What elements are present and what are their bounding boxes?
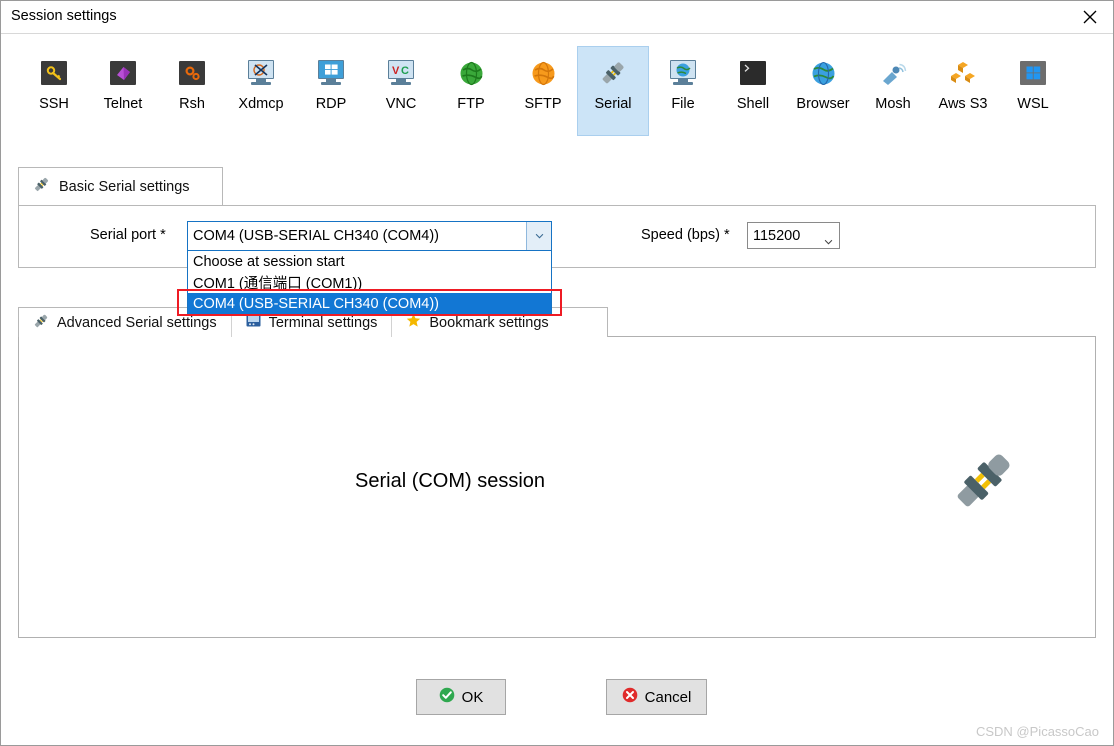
svg-text:C: C bbox=[401, 65, 409, 77]
session-settings-dialog: Session settings SSH Telnet Rsh Xdmcp RD… bbox=[0, 0, 1114, 746]
session-type-label: RDP bbox=[315, 96, 347, 112]
ok-button[interactable]: OK bbox=[416, 679, 506, 715]
session-type-ftp[interactable]: FTP bbox=[435, 46, 507, 131]
session-type-xdmcp[interactable]: Xdmcp bbox=[225, 46, 297, 131]
dropdown-option-selected[interactable]: COM4 (USB-SERIAL CH340 (COM4)) bbox=[188, 293, 551, 315]
dropdown-option[interactable]: Choose at session start bbox=[188, 251, 551, 272]
title-bar: Session settings bbox=[1, 1, 1113, 34]
session-type-label: SFTP bbox=[524, 96, 562, 112]
close-button[interactable] bbox=[1067, 1, 1113, 33]
file-monitor-icon bbox=[667, 57, 699, 89]
serial-port-combobox[interactable]: COM4 (USB-SERIAL CH340 (COM4)) bbox=[187, 221, 552, 251]
chevron-down-icon[interactable] bbox=[526, 222, 551, 250]
serial-port-value: COM4 (USB-SERIAL CH340 (COM4)) bbox=[193, 228, 440, 244]
session-type-serial[interactable]: Serial bbox=[577, 46, 649, 136]
session-type-label: Serial bbox=[594, 96, 632, 112]
session-type-label: Rsh bbox=[179, 96, 205, 112]
cancel-button-label: Cancel bbox=[644, 688, 692, 706]
x-circle-icon bbox=[622, 687, 638, 707]
cancel-button[interactable]: Cancel bbox=[606, 679, 707, 715]
session-content-panel: Serial (COM) session bbox=[18, 336, 1096, 638]
rsh-gears-icon bbox=[176, 57, 208, 89]
session-type-label: Mosh bbox=[875, 96, 911, 112]
session-type-label: SSH bbox=[39, 96, 69, 112]
tab-label: Bookmark settings bbox=[429, 314, 549, 331]
plug-icon bbox=[33, 176, 50, 198]
session-type-ssh[interactable]: SSH bbox=[18, 46, 90, 131]
session-type-vnc[interactable]: V C VNC bbox=[365, 46, 437, 131]
session-type-wsl[interactable]: WSL bbox=[997, 46, 1069, 131]
serial-plug-icon bbox=[597, 57, 629, 89]
rdp-windows-icon bbox=[315, 57, 347, 89]
session-type-sftp[interactable]: SFTP bbox=[507, 46, 579, 131]
tab-basic-serial-settings[interactable]: Basic Serial settings bbox=[18, 167, 223, 205]
session-type-mosh[interactable]: Mosh bbox=[857, 46, 929, 131]
session-type-rdp[interactable]: RDP bbox=[295, 46, 367, 131]
session-type-telnet[interactable]: Telnet bbox=[87, 46, 159, 131]
star-icon bbox=[406, 313, 421, 332]
telnet-icon bbox=[107, 57, 139, 89]
sftp-globe-icon bbox=[527, 57, 559, 89]
session-type-label: Aws S3 bbox=[938, 96, 988, 112]
tab-label: Advanced Serial settings bbox=[57, 314, 217, 331]
browser-globe-icon bbox=[807, 57, 839, 89]
speed-label: Speed (bps) * bbox=[641, 227, 730, 243]
close-icon bbox=[1083, 10, 1097, 24]
xdmcp-icon bbox=[245, 57, 277, 89]
aws-s3-icon bbox=[947, 57, 979, 89]
shell-console-icon bbox=[737, 57, 769, 89]
watermark: CSDN @PicassoCao bbox=[975, 724, 1099, 739]
session-type-shell[interactable]: Shell bbox=[717, 46, 789, 131]
session-type-label: Shell bbox=[736, 96, 770, 112]
session-type-label: FTP bbox=[457, 96, 485, 112]
serial-settings-panel bbox=[18, 205, 1096, 268]
session-type-rsh[interactable]: Rsh bbox=[156, 46, 228, 131]
tab-label: Terminal settings bbox=[268, 314, 378, 331]
session-type-label: Xdmcp bbox=[238, 96, 284, 112]
check-circle-icon bbox=[439, 687, 455, 707]
window-title: Session settings bbox=[11, 8, 117, 24]
session-type-label: VNC bbox=[385, 96, 417, 112]
ok-button-label: OK bbox=[461, 688, 484, 706]
terminal-icon bbox=[246, 314, 261, 331]
session-type-label: Browser bbox=[796, 96, 850, 112]
session-type-label: WSL bbox=[1017, 96, 1049, 112]
wsl-windows-icon bbox=[1017, 57, 1049, 89]
session-type-aws-s3[interactable]: Aws S3 bbox=[927, 46, 999, 131]
chevron-down-icon[interactable] bbox=[824, 232, 833, 250]
tab-label: Basic Serial settings bbox=[59, 178, 190, 195]
session-type-toolbar: SSH Telnet Rsh Xdmcp RDP V C VNC FTP SFT… bbox=[1, 41, 1113, 136]
ftp-globe-icon bbox=[455, 57, 487, 89]
speed-value: 115200 bbox=[753, 227, 801, 244]
serial-port-dropdown-list[interactable]: Choose at session start COM1 (通信端口 (COM1… bbox=[187, 251, 552, 315]
svg-text:V: V bbox=[392, 65, 400, 77]
content-caption: Serial (COM) session bbox=[355, 470, 546, 492]
mosh-satellite-icon bbox=[877, 57, 909, 89]
plug-icon bbox=[33, 313, 49, 333]
session-type-label: File bbox=[671, 96, 695, 112]
serial-port-label: Serial port * bbox=[90, 227, 166, 243]
dropdown-option[interactable]: COM1 (通信端口 (COM1)) bbox=[188, 272, 551, 293]
ssh-key-icon bbox=[38, 57, 70, 89]
serial-plug-large-icon bbox=[951, 447, 1017, 513]
vnc-icon: V C bbox=[385, 57, 417, 89]
session-type-file[interactable]: File bbox=[647, 46, 719, 131]
speed-combobox[interactable]: 115200 bbox=[747, 222, 840, 249]
session-type-label: Telnet bbox=[103, 96, 143, 112]
session-type-browser[interactable]: Browser bbox=[787, 46, 859, 131]
